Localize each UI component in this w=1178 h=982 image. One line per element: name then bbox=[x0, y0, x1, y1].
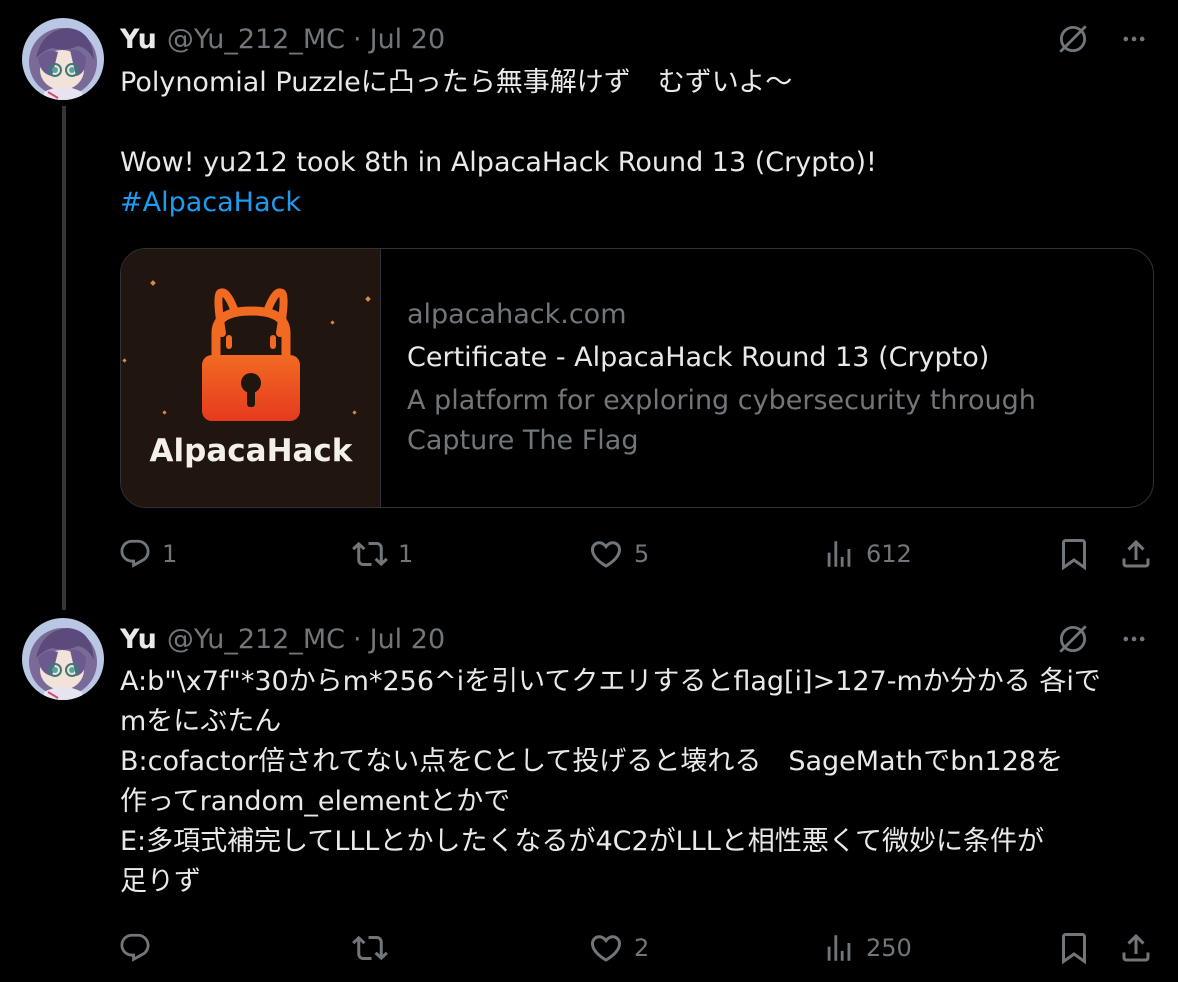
tweet-line: mをにぶたん bbox=[120, 706, 282, 737]
repost-icon bbox=[352, 536, 388, 572]
grok-icon[interactable] bbox=[1056, 22, 1090, 56]
like-button[interactable]: 5 bbox=[588, 534, 649, 574]
reply-button[interactable]: 1 bbox=[118, 534, 177, 574]
tweet-header: Yu @Yu_212_MC · Jul 20 bbox=[120, 618, 445, 660]
tweet-line: A:b"\x7f"*30からm*256^iを引いてクエリするとflag[i]>1… bbox=[120, 666, 1101, 697]
repost-count: 1 bbox=[398, 540, 414, 568]
tweet-text: Polynomial Puzzleに凸ったら無事解けず むずいよ〜 Wow! yu… bbox=[120, 63, 1150, 223]
views-count: 612 bbox=[866, 540, 912, 568]
spark-decoration bbox=[122, 358, 127, 363]
like-button[interactable]: 2 bbox=[588, 928, 649, 968]
avatar[interactable] bbox=[22, 18, 104, 100]
card-description: A platform for exploring cybersecurity t… bbox=[407, 385, 1036, 456]
views-count: 250 bbox=[866, 934, 912, 962]
bookmark-icon bbox=[1056, 930, 1092, 966]
tweet-actions: 1 1 5 612 bbox=[118, 534, 1158, 574]
spark-decoration bbox=[150, 280, 156, 286]
share-icon bbox=[1118, 536, 1154, 572]
card-info: alpacahack.com Certificate - AlpacaHack … bbox=[381, 249, 1047, 507]
tweet-line: 足りず bbox=[120, 866, 201, 897]
bookmark-button[interactable] bbox=[1056, 534, 1092, 574]
tweet[interactable]: Yu @Yu_212_MC · Jul 20 A:b"\x7f"*30からm*2… bbox=[0, 610, 1178, 982]
tweet-actions: 2 250 bbox=[118, 928, 1158, 968]
tweet-header: Yu @Yu_212_MC · Jul 20 bbox=[120, 18, 445, 60]
author-name[interactable]: Yu bbox=[120, 24, 157, 55]
tweet-line: 作ってrandom_elementとかで bbox=[120, 786, 511, 817]
card-title: Certificate - AlpacaHack Round 13 (Crypt… bbox=[407, 342, 990, 373]
avatar-image bbox=[22, 618, 104, 700]
reply-count: 1 bbox=[162, 540, 178, 568]
alpaca-lock-logo bbox=[202, 288, 300, 421]
reply-icon bbox=[118, 931, 152, 965]
more-icon[interactable] bbox=[1120, 625, 1148, 653]
spark-decoration bbox=[330, 320, 335, 325]
grok-icon[interactable] bbox=[1056, 622, 1090, 656]
avatar[interactable] bbox=[22, 618, 104, 700]
tweet-line: B:cofactor倍されてない点をCとして投げると壊れる SageMathでb… bbox=[120, 746, 1064, 777]
reply-button[interactable] bbox=[118, 928, 152, 968]
card-domain: alpacahack.com bbox=[407, 299, 627, 330]
tweet-top-actions bbox=[1056, 618, 1148, 660]
share-button[interactable] bbox=[1118, 928, 1154, 968]
hashtag-link[interactable]: #AlpacaHack bbox=[120, 183, 1150, 223]
repost-icon bbox=[352, 930, 388, 966]
repost-button[interactable]: 1 bbox=[352, 534, 413, 574]
views-icon bbox=[822, 537, 856, 571]
repost-button[interactable] bbox=[352, 928, 388, 968]
like-count: 5 bbox=[634, 540, 650, 568]
spark-decoration bbox=[365, 296, 371, 302]
tweet-line: E:多項式補完してLLLとかしたくなるが4C2がLLLと相性悪くて微妙に条件が bbox=[120, 826, 1044, 857]
separator-dot: · bbox=[353, 23, 362, 55]
spark-decoration bbox=[352, 410, 357, 415]
author-handle[interactable]: @Yu_212_MC bbox=[167, 24, 345, 55]
tweet-date[interactable]: Jul 20 bbox=[370, 24, 446, 55]
tweet-line: Wow! yu212 took 8th in AlpacaHack Round … bbox=[120, 147, 877, 178]
tweet-line: Polynomial Puzzleに凸ったら無事解けず むずいよ〜 bbox=[120, 67, 793, 98]
bookmark-button[interactable] bbox=[1056, 928, 1092, 968]
tweet-date[interactable]: Jul 20 bbox=[370, 624, 446, 655]
more-icon[interactable] bbox=[1120, 25, 1148, 53]
reply-icon bbox=[118, 537, 152, 571]
like-count: 2 bbox=[634, 934, 650, 962]
thread-line bbox=[62, 106, 66, 610]
views-button[interactable]: 612 bbox=[822, 534, 912, 574]
separator-dot: · bbox=[353, 623, 362, 655]
share-button[interactable] bbox=[1118, 534, 1154, 574]
link-card[interactable]: AlpacaHack alpacahack.com Certificate - … bbox=[120, 248, 1154, 508]
tweet-text: A:b"\x7f"*30からm*256^iを引いてクエリするとflag[i]>1… bbox=[120, 662, 1150, 902]
share-icon bbox=[1118, 930, 1154, 966]
tweet[interactable]: Yu @Yu_212_MC · Jul 20 Polynomial Puzzle… bbox=[0, 0, 1178, 610]
views-button[interactable]: 250 bbox=[822, 928, 912, 968]
card-image: AlpacaHack bbox=[121, 249, 381, 507]
like-icon bbox=[588, 930, 624, 966]
avatar-image bbox=[22, 18, 104, 100]
author-name[interactable]: Yu bbox=[120, 624, 157, 655]
tweet-top-actions bbox=[1056, 18, 1148, 60]
bookmark-icon bbox=[1056, 536, 1092, 572]
views-icon bbox=[822, 931, 856, 965]
author-handle[interactable]: @Yu_212_MC bbox=[167, 624, 345, 655]
spark-decoration bbox=[162, 410, 167, 415]
like-icon bbox=[588, 536, 624, 572]
card-logo-text: AlpacaHack bbox=[149, 433, 353, 469]
